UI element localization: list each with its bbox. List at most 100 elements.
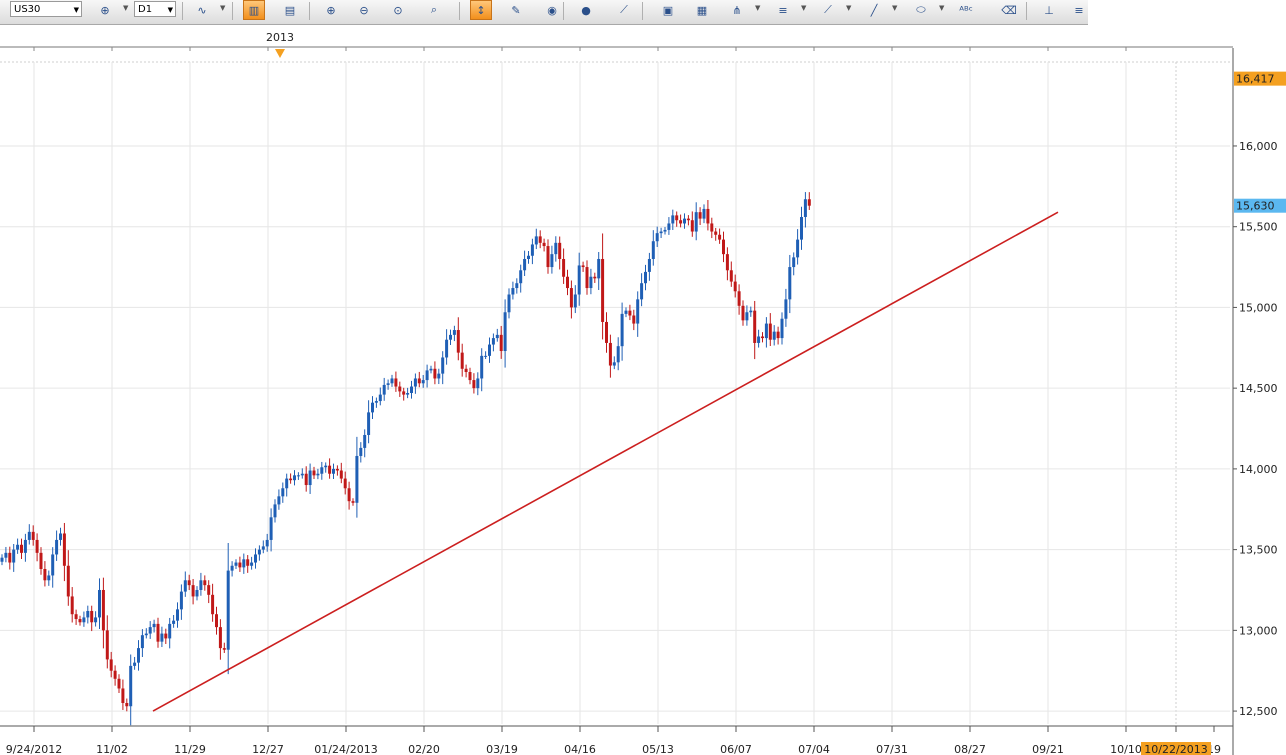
candle-body — [679, 220, 683, 224]
candle-body — [433, 368, 437, 379]
plot-area — [0, 62, 1230, 724]
candle-body — [121, 688, 125, 704]
candle-body — [714, 231, 718, 235]
price-tick-label: 12,500 — [1239, 705, 1278, 718]
candle-body — [449, 334, 452, 340]
candle-body — [511, 288, 515, 295]
candle-body — [382, 384, 386, 395]
candle-body — [733, 281, 737, 292]
candle-body — [554, 242, 558, 255]
candle-body — [764, 323, 768, 339]
candle-body — [390, 378, 394, 384]
candle-body — [47, 575, 51, 581]
candle-body — [530, 244, 534, 256]
time-tick-label: 11/29 — [174, 743, 206, 755]
candle-body — [300, 473, 304, 476]
candle-body — [698, 212, 702, 219]
candle-body — [519, 270, 523, 284]
candle-body — [12, 549, 16, 563]
candle-body — [593, 276, 597, 279]
time-tick-label: 07/04 — [798, 743, 830, 755]
candle-body — [589, 276, 593, 289]
candle-body — [421, 380, 425, 384]
candle-body — [246, 559, 250, 566]
candle-body — [168, 623, 172, 639]
price-axis: 12,500 13,000 13,500 14,000 14,500 15,000 15,5… — [1233, 140, 1278, 718]
time-tick-label: 06/07 — [720, 743, 752, 755]
time-tick-label: 07/31 — [876, 743, 908, 755]
candle-body — [238, 562, 242, 568]
candle-body — [406, 393, 410, 395]
price-chart[interactable]: 9/24/2012 11/02 11/29 12/27 01/24/2013 02/20 0… — [0, 0, 1286, 755]
candle-body — [612, 362, 616, 366]
candle-body — [616, 346, 620, 363]
candle-body — [257, 549, 261, 555]
candle-body — [359, 447, 363, 456]
candle-body — [199, 580, 203, 590]
candle-body — [39, 552, 43, 569]
candle-body — [105, 630, 109, 660]
candle-body — [491, 338, 495, 345]
candle-body — [636, 299, 640, 324]
candle-body — [651, 241, 655, 259]
candle-body — [94, 617, 98, 623]
candle-body — [27, 531, 31, 540]
candle-body — [425, 370, 429, 381]
candle-body — [226, 570, 230, 650]
candle-body — [59, 533, 62, 540]
candle-body — [113, 670, 117, 679]
price-tick-label: 16,000 — [1239, 140, 1278, 153]
candle-body — [507, 294, 511, 313]
candle-body — [683, 218, 686, 224]
candle-body — [101, 589, 105, 631]
top-price-label: 16,417 — [1236, 73, 1275, 86]
time-tick-label: 10/10 — [1110, 743, 1142, 755]
candle-body — [807, 199, 811, 206]
candle-body — [632, 315, 636, 324]
candle-body — [4, 552, 8, 558]
time-tick-label: 9/24/2012 — [6, 743, 62, 755]
candle-body — [277, 496, 281, 505]
candle-body — [347, 488, 351, 502]
candle-body — [160, 633, 164, 642]
candle-body — [152, 623, 156, 628]
candle-body — [289, 478, 293, 481]
candle-body — [456, 330, 460, 353]
candle-body — [710, 223, 714, 232]
candle-body — [265, 539, 269, 547]
candle-body — [495, 334, 499, 339]
candle-body — [800, 217, 803, 240]
candle-body — [335, 468, 339, 471]
candle-body — [98, 589, 101, 618]
candle-body — [608, 342, 612, 366]
candle-body — [706, 208, 710, 224]
candle-body — [55, 539, 59, 555]
candle-body — [312, 470, 316, 476]
candle-body — [230, 565, 234, 571]
candle-body — [250, 562, 254, 566]
candle-body — [179, 591, 183, 610]
candle-body — [757, 336, 761, 343]
candle-body — [339, 470, 343, 479]
candle-body — [624, 310, 628, 314]
candle-body — [222, 648, 226, 650]
candle-body — [328, 465, 332, 474]
candle-body — [355, 455, 359, 503]
candle-body — [675, 215, 679, 221]
candle-body — [445, 339, 449, 358]
candle-body — [737, 291, 741, 306]
candle-body — [628, 310, 632, 316]
candle-body — [183, 580, 187, 592]
time-tick-label: 04/16 — [564, 743, 596, 755]
candle-body — [367, 412, 371, 435]
price-tick-label: 15,000 — [1239, 301, 1278, 314]
candle-body — [398, 386, 402, 392]
candle-body — [254, 554, 257, 563]
candle-body — [285, 478, 289, 489]
current-price-label: 15,630 — [1236, 200, 1275, 213]
candle-body — [343, 478, 347, 489]
candle-body — [413, 378, 417, 387]
candle-body — [753, 310, 757, 343]
candle-body — [137, 648, 140, 663]
candle-body — [129, 665, 133, 707]
